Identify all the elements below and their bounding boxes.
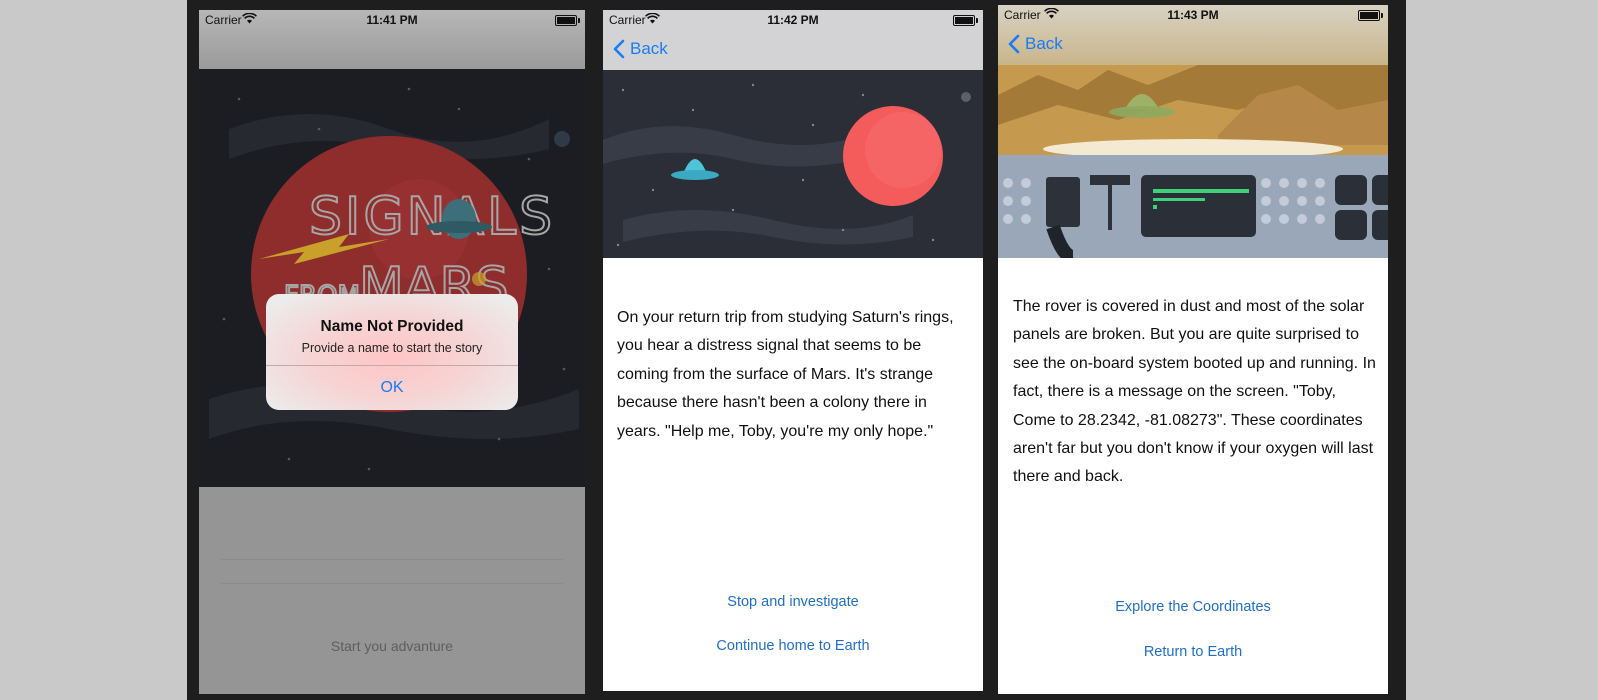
signals-from-mars-logo: SIGNALS FROM MARS [209, 87, 579, 471]
space-scene [603, 70, 983, 258]
alert-ok-button[interactable]: OK [266, 365, 518, 410]
battery-icon [953, 15, 978, 26]
name-not-provided-alert: Name Not Provided Provide a name to star… [266, 294, 518, 410]
divider [221, 583, 563, 584]
space-illustration [603, 83, 971, 247]
battery-icon [1358, 10, 1383, 21]
status-time: 11:43 PM [1167, 8, 1219, 22]
title-screen: Carrier 11:41 PM SIGNALS FROM [199, 10, 585, 694]
choice-stop-and-investigate[interactable]: Stop and investigate [603, 594, 983, 610]
start-panel [199, 487, 585, 694]
story-page-2: Carrier 11:42 PM Back On your return tri… [603, 10, 983, 691]
battery-icon [555, 15, 580, 26]
back-label: Back [630, 39, 668, 58]
start-adventure-button[interactable]: Start you advanture [199, 638, 585, 654]
divider [221, 559, 563, 560]
choice-continue-home[interactable]: Continue home to Earth [603, 638, 983, 654]
title-artwork: SIGNALS FROM MARS [199, 69, 585, 487]
alert-title: Name Not Provided [320, 318, 464, 335]
rover-scene [998, 65, 1388, 264]
status-time: 11:41 PM [366, 13, 418, 27]
choice-explore-coordinates[interactable]: Explore the Coordinates [998, 599, 1388, 615]
planet-icon [843, 106, 943, 206]
back-button[interactable]: Back [613, 39, 668, 59]
status-time: 11:42 PM [767, 13, 819, 27]
ufo-icon [671, 159, 719, 180]
story-text: On your return trip from studying Saturn… [617, 309, 954, 440]
chevron-left-icon [613, 39, 625, 59]
chevron-left-icon [1008, 34, 1020, 54]
story-text: The rover is covered in dust and most of… [1013, 298, 1376, 486]
story-page-3: Carrier 11:43 PM Back The rover is cover… [998, 5, 1388, 694]
back-label: Back [1025, 34, 1063, 53]
alert-message: Provide a name to start the story [301, 341, 483, 355]
status-bar: Carrier 11:43 PM [998, 5, 1388, 25]
status-bar: Carrier 11:41 PM [199, 10, 585, 30]
status-bar: Carrier 11:42 PM [603, 10, 983, 30]
rover-cockpit-illustration [998, 65, 1388, 264]
choice-return-to-earth[interactable]: Return to Earth [998, 644, 1388, 660]
back-button[interactable]: Back [1008, 34, 1063, 54]
